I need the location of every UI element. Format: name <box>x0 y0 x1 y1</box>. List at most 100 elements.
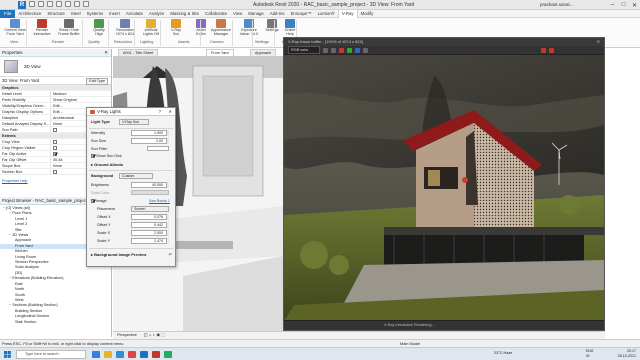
image-link[interactable]: Sea Rocks 1 <box>149 199 170 203</box>
ribbon-button-6[interactable]: V-Ray Sun <box>163 19 189 39</box>
ribbon-tab-structure[interactable]: Structure <box>44 10 67 18</box>
brightness-spinner[interactable] <box>166 182 169 188</box>
task-view-icon[interactable] <box>92 351 100 358</box>
edge-icon[interactable] <box>116 351 124 358</box>
offset-y-spinner[interactable] <box>166 222 169 228</box>
excel-icon[interactable] <box>164 351 172 358</box>
placement-select[interactable]: Screen <box>131 206 169 212</box>
file-explorer-icon[interactable] <box>104 351 112 358</box>
property-checkbox[interactable] <box>53 169 57 174</box>
open-icon[interactable] <box>29 1 35 7</box>
sun-size-spinner[interactable] <box>166 138 169 144</box>
weather-widget[interactable]: 23°C Haze <box>494 351 512 355</box>
properties-help-link[interactable]: Properties help <box>0 178 28 184</box>
ribbon-button-8[interactable]: Appearance Manager <box>208 19 234 39</box>
close-icon[interactable]: ✕ <box>104 49 108 57</box>
ribbon-tab-view[interactable]: View <box>230 10 245 18</box>
region-render-icon[interactable] <box>362 47 368 53</box>
tag-icon[interactable] <box>83 1 89 7</box>
edit-type-button[interactable]: Edit Type <box>86 78 108 85</box>
ribbon-tab-annotate[interactable]: Annotate <box>123 10 146 18</box>
save-image-icon[interactable] <box>322 47 328 53</box>
offset-y-field[interactable]: 0.442 <box>131 222 169 228</box>
ribbon-tab-v-ray[interactable]: V-Ray <box>337 9 358 18</box>
property-checkbox[interactable] <box>53 139 57 144</box>
undo-icon[interactable] <box>47 1 53 7</box>
undo-icon[interactable]: ↶ <box>169 252 172 257</box>
image-row[interactable]: Image <box>91 198 107 203</box>
redo-icon[interactable] <box>56 1 62 7</box>
ribbon-tab-add-ins[interactable]: Add-Ins <box>267 10 288 18</box>
view-scale[interactable]: Perspective <box>117 333 137 337</box>
print-icon[interactable] <box>65 1 71 7</box>
ribbon-tab-massing-site[interactable]: Massing & Site <box>167 10 202 18</box>
offset-x-spinner[interactable] <box>166 214 169 220</box>
scale-y-spinner[interactable] <box>166 238 169 244</box>
sun-filter-swatch[interactable] <box>147 146 169 151</box>
view-tab[interactable]: Approach <box>250 49 277 56</box>
view-tab[interactable]: From Yard <box>206 49 234 56</box>
scale-y-field[interactable]: 1.474 <box>131 238 169 244</box>
help-icon[interactable]: ? <box>159 108 161 116</box>
ribbon-button-2[interactable]: Show / Hide Frame Buffer <box>56 19 82 39</box>
light-type-select[interactable]: V-Ray Sun <box>119 119 149 125</box>
property-value[interactable]: Show Original <box>50 97 111 102</box>
stop-render-icon[interactable] <box>540 47 546 53</box>
scale-x-field[interactable]: 2.000 <box>131 230 169 236</box>
property-checkbox[interactable] <box>53 145 57 150</box>
background-preview-section[interactable]: ▸ Background Image Preview <box>91 252 146 257</box>
revit-logo-icon[interactable]: R <box>18 1 26 9</box>
crop-icon[interactable]: ⬚ <box>161 333 165 337</box>
ribbon-tab-collaborate[interactable]: Collaborate <box>202 10 230 18</box>
render-icon[interactable]: ◉ <box>156 333 159 337</box>
property-checkbox[interactable] <box>53 127 57 132</box>
brightness-field[interactable]: 40.000 <box>131 182 169 188</box>
ribbon-tab-analyze[interactable]: Analyze <box>146 10 167 18</box>
user-account[interactable]: prashant.sanal… <box>540 2 574 7</box>
render-teapot-icon[interactable] <box>548 47 554 53</box>
ribbon-tab-steel[interactable]: Steel <box>68 10 84 18</box>
close-icon[interactable]: ✕ <box>597 38 600 46</box>
minimize-icon[interactable]: – <box>607 0 618 10</box>
sun-path-icon[interactable]: ☼ <box>149 333 152 337</box>
scale-x-spinner[interactable] <box>166 230 169 236</box>
ribbon-tab-manage[interactable]: Manage <box>245 10 267 18</box>
browser-item[interactable]: Stair Section <box>0 320 111 325</box>
language-indicator[interactable]: ENG IN <box>586 349 593 359</box>
property-checkbox[interactable] <box>53 151 57 156</box>
instance-selector[interactable]: 3D View: From Yard Edit Type <box>0 77 111 85</box>
taskbar-search[interactable]: Type here to search <box>16 350 86 359</box>
ribbon-button-1[interactable]: Render Interactive <box>29 19 55 39</box>
ground-albedo-section[interactable]: ▸ Ground Albedo <box>91 162 123 167</box>
ribbon-tab-systems[interactable]: Systems <box>84 10 106 18</box>
measure-icon[interactable] <box>74 1 80 7</box>
property-value[interactable]: Medium <box>50 91 111 96</box>
close-icon[interactable]: ✕ <box>168 108 172 116</box>
show-sun-disk-row[interactable]: Show Sun Disk <box>91 153 122 158</box>
view-tab[interactable]: A001 - Title Sheet <box>118 49 159 56</box>
intensity-field[interactable]: 1.000 <box>131 130 169 136</box>
red-channel-icon[interactable] <box>338 47 344 53</box>
revit-taskbar-icon[interactable] <box>140 351 148 358</box>
blue-channel-icon[interactable] <box>354 47 360 53</box>
channel-select[interactable]: RGB color <box>288 46 320 54</box>
intensity-spinner[interactable] <box>166 130 169 136</box>
clear-icon[interactable] <box>330 47 336 53</box>
file-tab[interactable]: File <box>0 9 16 18</box>
maximize-icon[interactable]: □ <box>618 0 629 10</box>
show-sun-disk-checkbox[interactable] <box>91 153 95 158</box>
type-selector[interactable]: 3D View <box>0 57 111 77</box>
close-icon[interactable]: ✕ <box>629 0 640 10</box>
ribbon-tab-architecture[interactable]: Architecture <box>15 10 44 18</box>
ribbon-tab-enscape-[interactable]: Enscape™ <box>288 10 315 18</box>
vray-taskbar-icon[interactable] <box>152 351 160 358</box>
sun-size-field[interactable]: 2.00 <box>131 138 169 144</box>
ribbon-tab-insert[interactable]: Insert <box>106 10 123 18</box>
background-select[interactable]: Custom <box>119 173 153 179</box>
offset-x-field[interactable]: 0.076 <box>131 214 169 220</box>
windows-start-icon[interactable] <box>4 351 11 358</box>
visual-style-icon[interactable]: ◫ <box>144 332 148 339</box>
save-icon[interactable] <box>38 1 44 7</box>
ribbon-tab-modify[interactable]: Modify <box>358 10 377 18</box>
ribbon-tab-lumion-[interactable]: Lumion® <box>315 10 338 18</box>
